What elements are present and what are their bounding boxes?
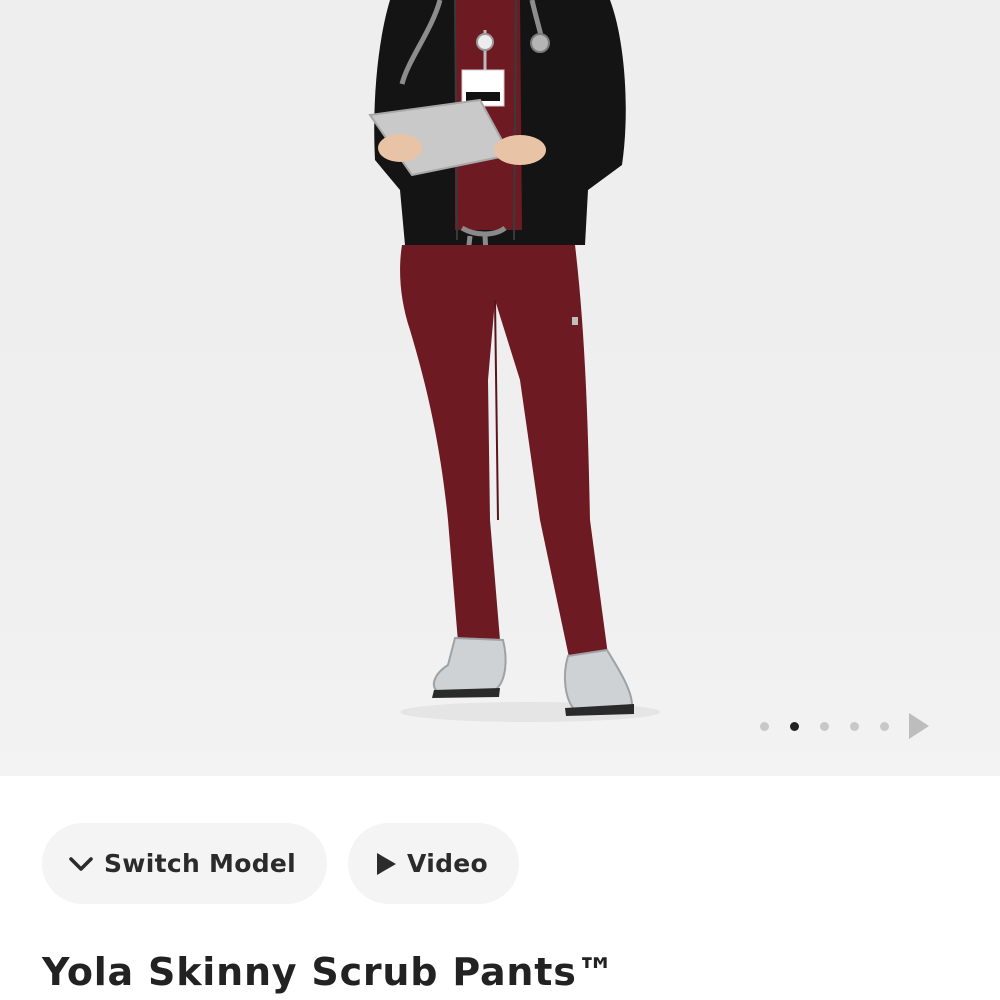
carousel-dot[interactable] <box>880 721 889 731</box>
carousel-dot[interactable] <box>850 721 859 731</box>
play-icon <box>375 852 397 876</box>
video-button[interactable]: Video <box>348 823 519 904</box>
product-image-carousel[interactable] <box>0 0 1000 776</box>
video-label: Video <box>407 849 489 878</box>
chevron-down-icon <box>68 854 94 874</box>
carousel-dot-active[interactable] <box>790 721 799 731</box>
switch-model-button[interactable]: Switch Model <box>42 823 327 904</box>
carousel-dot[interactable] <box>760 721 769 731</box>
product-photo <box>368 0 660 722</box>
product-title: Yola Skinny Scrub Pants™ <box>42 950 616 994</box>
carousel-pagination <box>760 713 929 739</box>
next-slide-icon[interactable] <box>909 713 929 739</box>
carousel-dot[interactable] <box>820 721 829 731</box>
switch-model-label: Switch Model <box>104 849 297 878</box>
